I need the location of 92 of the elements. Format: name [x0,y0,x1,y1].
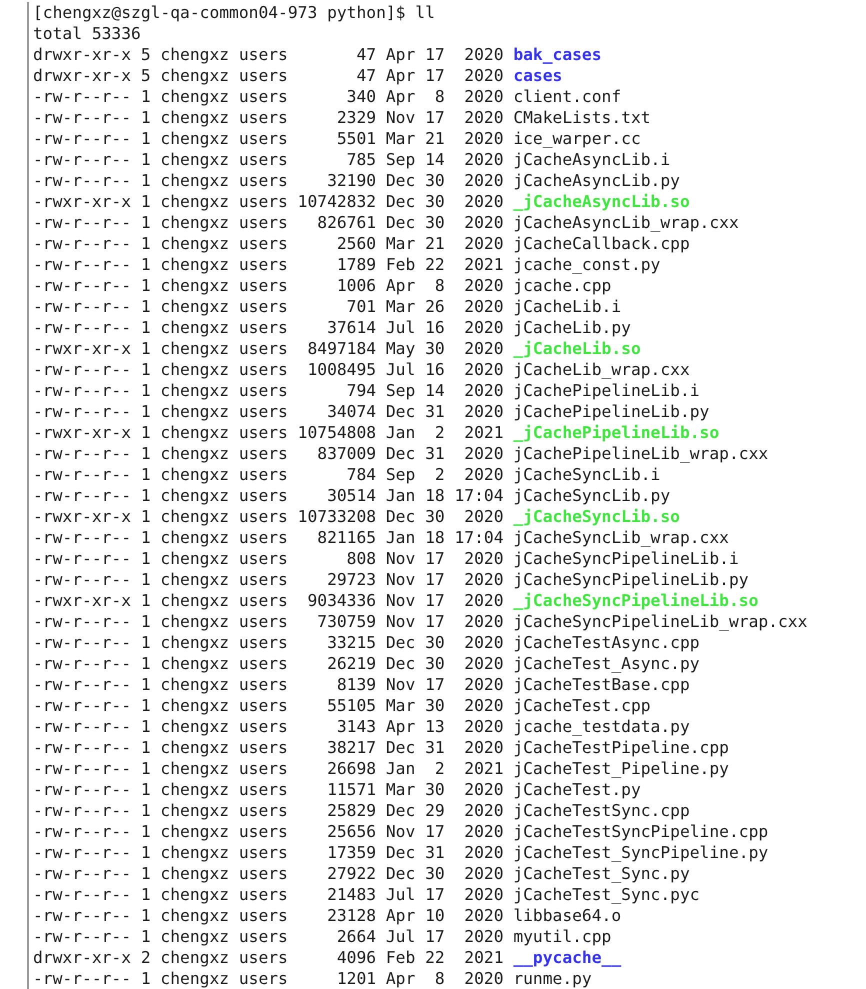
file-details: -rwxr-xr-x 1 chengxz users 8497184 May 30 2020 [33,338,505,359]
file-name: jCacheLib.py [513,317,631,338]
file-details: -rw-r--r-- 1 chengxz users 29723 Nov 17 2020 [33,569,505,590]
file-details: -rw-r--r-- 1 chengxz users 837009 Dec 31 2020 [33,443,505,464]
file-name: jCacheTest_SyncPipeline.py [513,842,768,863]
file-name: runme.py [513,968,592,989]
file-details: -rw-r--r-- 1 chengxz users 1789 Feb 22 2021 [33,254,505,275]
file-name: jCacheSyncPipelineLib.i [513,548,739,569]
file-name: libbase64.o [513,905,622,926]
file-name: jcache.cpp [513,275,612,296]
file-name: jCacheTestSyncPipeline.cpp [513,821,768,842]
file-details: -rwxr-xr-x 1 chengxz users 10742832 Dec 30 2020 [33,191,505,212]
file-name: _jCacheLib.so [513,338,641,359]
file-details: -rw-r--r-- 1 chengxz users 821165 Jan 18 17:04 [33,527,505,548]
file-details: -rw-r--r-- 1 chengxz users 25829 Dec 29 2020 [33,800,505,821]
shell-prompt: [chengxz@szgl-qa-common04-973 python]$ ll [33,2,435,23]
file-details: -rw-r--r-- 1 chengxz users 808 Nov 17 2020 [33,548,505,569]
file-name: jCacheAsyncLib_wrap.cxx [513,212,739,233]
file-name: jCacheTest_Sync.py [513,863,690,884]
file-name: jCacheCallback.cpp [513,233,690,254]
file-details: -rw-r--r-- 1 chengxz users 826761 Dec 30 2020 [33,212,505,233]
file-name: jCacheLib_wrap.cxx [513,359,690,380]
file-details: drwxr-xr-x 5 chengxz users 47 Apr 17 2020 [33,44,505,65]
file-name: jCacheAsyncLib.i [513,149,670,170]
file-name: myutil.cpp [513,926,612,947]
file-details: -rwxr-xr-x 1 chengxz users 10733208 Dec 30 2020 [33,506,505,527]
file-details: -rw-r--r-- 1 chengxz users 1008495 Jul 16 2020 [33,359,505,380]
file-name: jCacheTestPipeline.cpp [513,737,729,758]
file-name: jCacheLib.i [513,296,622,317]
file-details: -rw-r--r-- 1 chengxz users 27922 Dec 30 2020 [33,863,505,884]
file-name: jCacheSyncLib.py [513,485,670,506]
file-name: __pycache__ [513,947,622,968]
file-details: -rw-r--r-- 1 chengxz users 32190 Dec 30 2020 [33,170,505,191]
file-details: -rw-r--r-- 1 chengxz users 26698 Jan 2 2021 [33,758,505,779]
file-name: bak_cases [513,44,602,65]
file-name: jCacheSyncPipelineLib.py [513,569,749,590]
file-details: -rw-r--r-- 1 chengxz users 17359 Dec 31 2020 [33,842,505,863]
file-details: -rwxr-xr-x 1 chengxz users 10754808 Jan 2 2021 [33,422,505,443]
file-details: -rw-r--r-- 1 chengxz users 11571 Mar 30 2020 [33,779,505,800]
file-name: cases [513,65,562,86]
file-details: -rw-r--r-- 1 chengxz users 3143 Apr 13 2020 [33,716,505,737]
file-details: drwxr-xr-x 2 chengxz users 4096 Feb 22 2021 [33,947,505,968]
file-details: -rw-r--r-- 1 chengxz users 340 Apr 8 2020 [33,86,505,107]
file-name: jCacheTestAsync.cpp [513,632,700,653]
file-name: ice_warper.cc [513,128,641,149]
file-details: -rw-r--r-- 1 chengxz users 2560 Mar 21 2020 [33,233,505,254]
file-name: jCacheAsyncLib.py [513,170,680,191]
file-details: -rw-r--r-- 1 chengxz users 2664 Jul 17 2020 [33,926,505,947]
file-name: jCacheTest_Pipeline.py [513,758,729,779]
file-details: -rw-r--r-- 1 chengxz users 34074 Dec 31 2020 [33,401,505,422]
file-details: -rw-r--r-- 1 chengxz users 1201 Apr 8 2020 [33,968,505,989]
file-details: -rw-r--r-- 1 chengxz users 785 Sep 14 2020 [33,149,505,170]
file-details: -rw-r--r-- 1 chengxz users 25656 Nov 17 2020 [33,821,505,842]
file-details: -rw-r--r-- 1 chengxz users 21483 Jul 17 2020 [33,884,505,905]
file-name: jCacheSyncPipelineLib_wrap.cxx [513,611,808,632]
file-name: jCacheTest.py [513,779,641,800]
file-name: _jCacheAsyncLib.so [513,191,690,212]
file-name: jCachePipelineLib.i [513,380,700,401]
file-name: jCacheTest_Sync.pyc [513,884,700,905]
file-details: -rw-r--r-- 1 chengxz users 26219 Dec 30 2020 [33,653,505,674]
file-details: -rw-r--r-- 1 chengxz users 55105 Mar 30 2020 [33,695,505,716]
file-name: jCacheSyncLib_wrap.cxx [513,527,729,548]
file-details: -rwxr-xr-x 1 chengxz users 9034336 Nov 17 2020 [33,590,505,611]
file-details: -rw-r--r-- 1 chengxz users 794 Sep 14 2020 [33,380,505,401]
file-name: jCachePipelineLib_wrap.cxx [513,443,768,464]
file-name: jcache_const.py [513,254,660,275]
file-name: client.conf [513,86,622,107]
file-details: -rw-r--r-- 1 chengxz users 1006 Apr 8 2020 [33,275,505,296]
total-line: total 53336 [33,23,141,44]
file-name: jCacheTestBase.cpp [513,674,690,695]
file-name: _jCacheSyncLib.so [513,506,680,527]
file-details: -rw-r--r-- 1 chengxz users 30514 Jan 18 17:04 [33,485,505,506]
file-name: _jCachePipelineLib.so [513,422,720,443]
file-details: -rw-r--r-- 1 chengxz users 37614 Jul 16 2020 [33,317,505,338]
file-name: jCachePipelineLib.py [513,401,710,422]
file-name: jCacheSyncLib.i [513,464,660,485]
file-name: _jCacheSyncPipelineLib.so [513,590,758,611]
file-details: -rw-r--r-- 1 chengxz users 8139 Nov 17 2020 [33,674,505,695]
file-details: -rw-r--r-- 1 chengxz users 38217 Dec 31 2020 [33,737,505,758]
file-details: -rw-r--r-- 1 chengxz users 2329 Nov 17 2020 [33,107,505,128]
file-name: jCacheTest.cpp [513,695,651,716]
file-details: -rw-r--r-- 1 chengxz users 5501 Mar 21 2020 [33,128,505,149]
file-name: jCacheTestSync.cpp [513,800,690,821]
file-details: -rw-r--r-- 1 chengxz users 784 Sep 2 2020 [33,464,505,485]
file-details: -rw-r--r-- 1 chengxz users 701 Mar 26 2020 [33,296,505,317]
file-details: -rw-r--r-- 1 chengxz users 23128 Apr 10 2020 [33,905,505,926]
file-name: jCacheTest_Async.py [513,653,700,674]
file-details: -rw-r--r-- 1 chengxz users 33215 Dec 30 2020 [33,632,505,653]
file-details: -rw-r--r-- 1 chengxz users 730759 Nov 17 2020 [33,611,505,632]
file-details: drwxr-xr-x 5 chengxz users 47 Apr 17 2020 [33,65,505,86]
file-name: jcache_testdata.py [513,716,690,737]
file-name: CMakeLists.txt [513,107,651,128]
